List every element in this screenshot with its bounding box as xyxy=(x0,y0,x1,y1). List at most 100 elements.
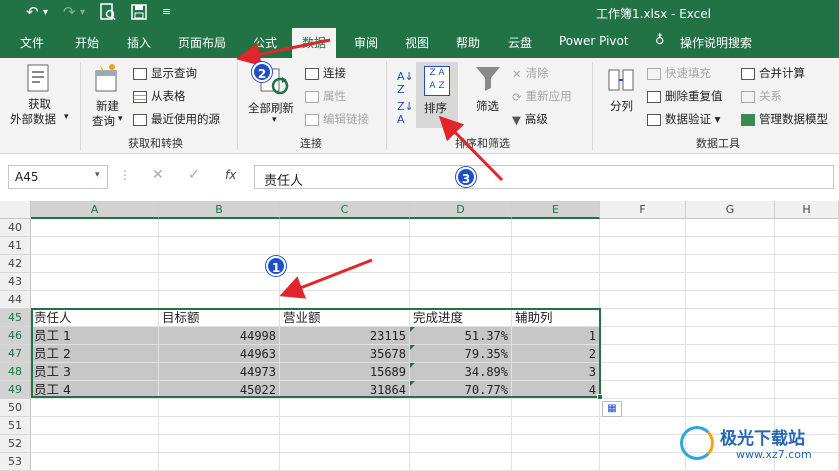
cell[interactable] xyxy=(410,237,512,255)
cell[interactable] xyxy=(159,417,280,435)
cell[interactable] xyxy=(159,237,280,255)
cell[interactable] xyxy=(686,237,775,255)
consolidate-button[interactable]: 合并计算 xyxy=(741,65,805,81)
get-external-data-label2[interactable]: 外部数据 xyxy=(10,111,56,127)
cell[interactable] xyxy=(159,453,280,471)
cell[interactable] xyxy=(31,453,159,471)
cell[interactable] xyxy=(600,363,686,381)
cell[interactable] xyxy=(410,399,512,417)
new-query-label2[interactable]: 查询 xyxy=(92,113,115,129)
row-header-43[interactable]: 43 xyxy=(0,273,31,291)
tab-help[interactable]: 帮助 xyxy=(456,34,480,51)
row-header-47[interactable]: 47 xyxy=(0,345,31,363)
cell[interactable] xyxy=(775,399,839,417)
cell[interactable] xyxy=(775,291,839,309)
column-header-f[interactable]: F xyxy=(600,201,686,219)
cell[interactable] xyxy=(686,291,775,309)
cell[interactable] xyxy=(31,291,159,309)
cell[interactable] xyxy=(686,219,775,237)
cell[interactable] xyxy=(410,435,512,453)
cell[interactable] xyxy=(512,435,600,453)
cell[interactable] xyxy=(600,273,686,291)
tell-me-search[interactable]: 操作说明搜索 xyxy=(680,34,752,51)
quick-analysis-icon[interactable]: ▦ xyxy=(602,401,622,417)
filter-button[interactable]: 筛选 xyxy=(476,98,499,114)
cell[interactable] xyxy=(775,381,839,399)
cell[interactable] xyxy=(512,273,600,291)
cell[interactable] xyxy=(686,345,775,363)
cell[interactable] xyxy=(410,417,512,435)
cell[interactable] xyxy=(512,453,600,471)
cell[interactable] xyxy=(600,291,686,309)
cell[interactable] xyxy=(280,237,410,255)
cell[interactable] xyxy=(31,237,159,255)
column-header-a[interactable]: A xyxy=(31,201,159,219)
tab-data[interactable]: 数据 xyxy=(292,28,337,58)
advanced-button[interactable]: ▼ 高级 xyxy=(512,111,548,127)
tab-review[interactable]: 审阅 xyxy=(354,34,378,51)
cell[interactable] xyxy=(775,219,839,237)
cell[interactable] xyxy=(159,273,280,291)
cell[interactable] xyxy=(686,273,775,291)
cell[interactable] xyxy=(600,309,686,327)
column-header-d[interactable]: D xyxy=(410,201,512,219)
name-box[interactable]: A45 ▾ xyxy=(8,165,108,189)
formula-input[interactable]: 责任人 xyxy=(254,165,834,189)
cell[interactable] xyxy=(31,399,159,417)
new-query-label1[interactable]: 新建 xyxy=(96,98,119,114)
cell[interactable] xyxy=(280,417,410,435)
row-header-52[interactable]: 52 xyxy=(0,435,31,453)
print-preview-icon[interactable] xyxy=(100,3,116,21)
cell[interactable] xyxy=(600,435,686,453)
tab-file[interactable]: 文件 xyxy=(20,34,44,51)
cell[interactable] xyxy=(159,399,280,417)
cell[interactable] xyxy=(280,273,410,291)
cell[interactable] xyxy=(512,219,600,237)
cell[interactable] xyxy=(31,417,159,435)
cell[interactable] xyxy=(600,381,686,399)
cell[interactable] xyxy=(775,345,839,363)
tab-cloud[interactable]: 云盘 xyxy=(508,34,532,51)
cell[interactable] xyxy=(686,363,775,381)
recent-sources-button[interactable]: 最近使用的源 xyxy=(133,111,220,127)
cell[interactable] xyxy=(775,255,839,273)
sort-button[interactable]: Z AA Z 排序 xyxy=(416,62,458,128)
tab-insert[interactable]: 插入 xyxy=(127,34,151,51)
cell[interactable] xyxy=(410,453,512,471)
cell[interactable] xyxy=(686,309,775,327)
connections-button[interactable]: 连接 xyxy=(305,65,346,81)
cell[interactable] xyxy=(775,237,839,255)
row-header-45[interactable]: 45 xyxy=(0,309,31,327)
sort-descending-icon[interactable]: Z↓ A xyxy=(397,100,414,126)
chevron-down-icon[interactable]: ▾ xyxy=(95,170,100,180)
row-header-44[interactable]: 44 xyxy=(0,291,31,309)
cell[interactable] xyxy=(775,363,839,381)
undo-dropdown-icon[interactable]: ▾ xyxy=(43,7,48,18)
cell[interactable] xyxy=(31,435,159,453)
cell[interactable] xyxy=(410,255,512,273)
cell[interactable] xyxy=(600,219,686,237)
column-header-h[interactable]: H xyxy=(775,201,839,219)
data-validation-button[interactable]: 数据验证 ▾ xyxy=(647,111,720,127)
tab-formulas[interactable]: 公式 xyxy=(253,34,277,51)
cell[interactable] xyxy=(775,309,839,327)
cell[interactable] xyxy=(31,273,159,291)
get-external-data-label1[interactable]: 获取 xyxy=(28,96,51,112)
cell[interactable] xyxy=(600,255,686,273)
cell[interactable] xyxy=(280,453,410,471)
tab-power-pivot[interactable]: Power Pivot xyxy=(559,34,629,48)
cell[interactable] xyxy=(600,345,686,363)
cell[interactable] xyxy=(280,255,410,273)
cell[interactable] xyxy=(280,219,410,237)
cell[interactable] xyxy=(410,273,512,291)
column-header-g[interactable]: G xyxy=(686,201,775,219)
cell[interactable] xyxy=(686,255,775,273)
cell[interactable] xyxy=(31,219,159,237)
cell[interactable] xyxy=(686,399,775,417)
show-query-button[interactable]: 显示查询 xyxy=(133,65,197,81)
cell[interactable] xyxy=(31,255,159,273)
tab-page-layout[interactable]: 页面布局 xyxy=(178,34,226,51)
cell[interactable] xyxy=(159,435,280,453)
customize-toolbar-icon[interactable]: ≡ xyxy=(162,5,171,18)
column-header-c[interactable]: C xyxy=(280,201,410,219)
